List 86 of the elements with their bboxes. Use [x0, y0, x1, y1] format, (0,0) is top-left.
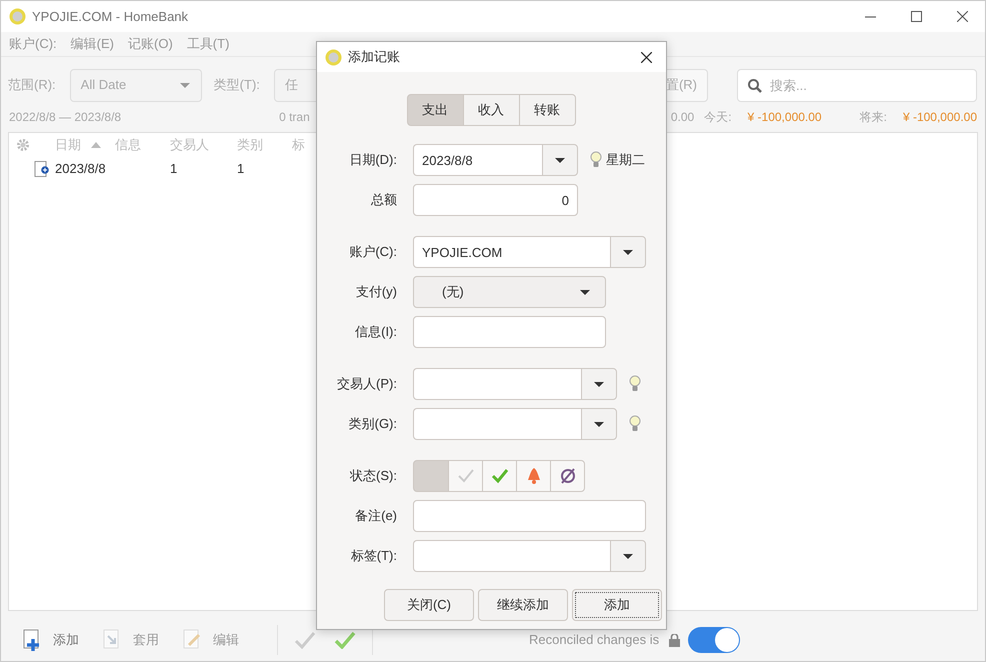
check-icon[interactable]: [294, 631, 316, 649]
combo-field[interactable]: [413, 540, 610, 572]
field-label: 支付(y): [354, 283, 397, 302]
field-label: 标签(T):: [350, 547, 397, 566]
document-pencil-icon: [181, 629, 203, 651]
status-toggle[interactable]: [448, 460, 483, 492]
field-label: 总额: [370, 191, 397, 210]
app-logo-icon: [325, 48, 342, 66]
total-amount: ¥ -100,000.00: [902, 109, 977, 126]
caret-icon: [554, 156, 566, 164]
input-field[interactable]: 0: [413, 184, 578, 216]
type-tab[interactable]: 收入: [462, 94, 520, 126]
combo-field[interactable]: [413, 368, 581, 400]
dropdown-button[interactable]: [581, 368, 617, 400]
input-field[interactable]: [413, 316, 606, 348]
field-label: 信息(I):: [354, 323, 397, 342]
dropdown-button[interactable]: [542, 144, 578, 176]
total-amount: ¥ -100,000.00: [748, 109, 822, 126]
lock-icon: [669, 634, 680, 646]
caret-icon: [579, 288, 591, 296]
combo-field[interactable]: 2023/8/8: [413, 144, 542, 176]
filter-dropdown[interactable]: All Date: [70, 68, 202, 102]
status-toggle[interactable]: [516, 460, 551, 492]
void-icon: [558, 467, 576, 485]
caret-icon: [593, 420, 605, 428]
toolbar-button[interactable]: 添加: [21, 629, 79, 651]
total-label: 将来:: [860, 109, 887, 126]
document-add-icon: [34, 161, 50, 177]
check-icon: [490, 467, 508, 485]
input-field[interactable]: [413, 500, 646, 532]
search-icon: [748, 78, 762, 92]
combo-field[interactable]: [413, 408, 581, 440]
column-header[interactable]: 日期: [55, 135, 115, 155]
maximize-icon[interactable]: [910, 11, 922, 22]
menu-item[interactable]: 账户(C):: [9, 34, 57, 54]
total-amount: 0.00: [670, 109, 694, 126]
caret-icon: [178, 82, 191, 88]
filter-label: 类型(T):: [214, 76, 260, 94]
field-label: 备注(e): [354, 507, 397, 526]
dialog-button[interactable]: 添加: [572, 589, 662, 621]
app-logo-icon: [9, 8, 26, 25]
menu-item[interactable]: 记账(O): [128, 34, 173, 54]
dropdown-button[interactable]: [610, 540, 646, 572]
caret-icon: [593, 380, 605, 388]
status-toggle[interactable]: [413, 460, 449, 492]
combo-field[interactable]: YPOJIE.COM: [413, 236, 610, 268]
transaction-count: 0 tran: [279, 109, 310, 126]
dropdown-button[interactable]: [581, 408, 617, 440]
toggle-switch[interactable]: [688, 627, 740, 653]
date-range: 2022/8/8 — 2023/8/8: [9, 109, 122, 126]
caret-icon: [622, 248, 634, 256]
field-label: 日期(D):: [348, 151, 397, 170]
check-icon: [456, 467, 474, 485]
dialog-title: 添加记账: [348, 48, 400, 66]
total-label: 今天:: [704, 109, 732, 126]
close-icon[interactable]: [956, 11, 968, 22]
field-label: 账户(C):: [348, 243, 397, 262]
column-header[interactable]: 类别: [237, 135, 292, 155]
column-header[interactable]: 信息: [115, 135, 170, 155]
search-field[interactable]: 搜索...: [737, 68, 977, 102]
menu-item[interactable]: 编辑(E): [70, 34, 114, 54]
type-tab[interactable]: 支出: [406, 94, 464, 126]
field-label: 类别(G):: [348, 415, 397, 434]
reconcile-label: Reconciled changes is: [529, 631, 660, 650]
sort-arrow-icon: [91, 142, 101, 148]
weekday-label: 星期二: [606, 151, 645, 170]
payment-dropdown[interactable]: (无): [413, 276, 606, 308]
dialog-button[interactable]: 继续添加: [478, 589, 568, 621]
menu-item[interactable]: 工具(T): [186, 34, 230, 54]
table-cell: 2023/8/8: [55, 161, 106, 176]
field-label: 状态(S):: [348, 467, 397, 486]
close-icon[interactable]: [640, 52, 652, 62]
type-tab[interactable]: 转账: [518, 94, 576, 126]
filter-label: 范围(R):: [8, 76, 56, 94]
column-header[interactable]: 交易人: [170, 135, 237, 155]
status-toggle[interactable]: [550, 460, 585, 492]
table-cell: 1: [170, 161, 178, 176]
dialog-button[interactable]: 关闭(C): [384, 589, 474, 621]
window-title: YPOJIE.COM - HomeBank: [32, 8, 188, 26]
gear-icon[interactable]: [16, 138, 30, 152]
dropdown-button[interactable]: [610, 236, 646, 268]
caret-icon: [622, 552, 634, 560]
table-cell: 1: [237, 161, 244, 176]
status-toggle[interactable]: [482, 460, 517, 492]
check-icon[interactable]: [334, 631, 356, 649]
field-label: 交易人(P):: [336, 375, 397, 394]
